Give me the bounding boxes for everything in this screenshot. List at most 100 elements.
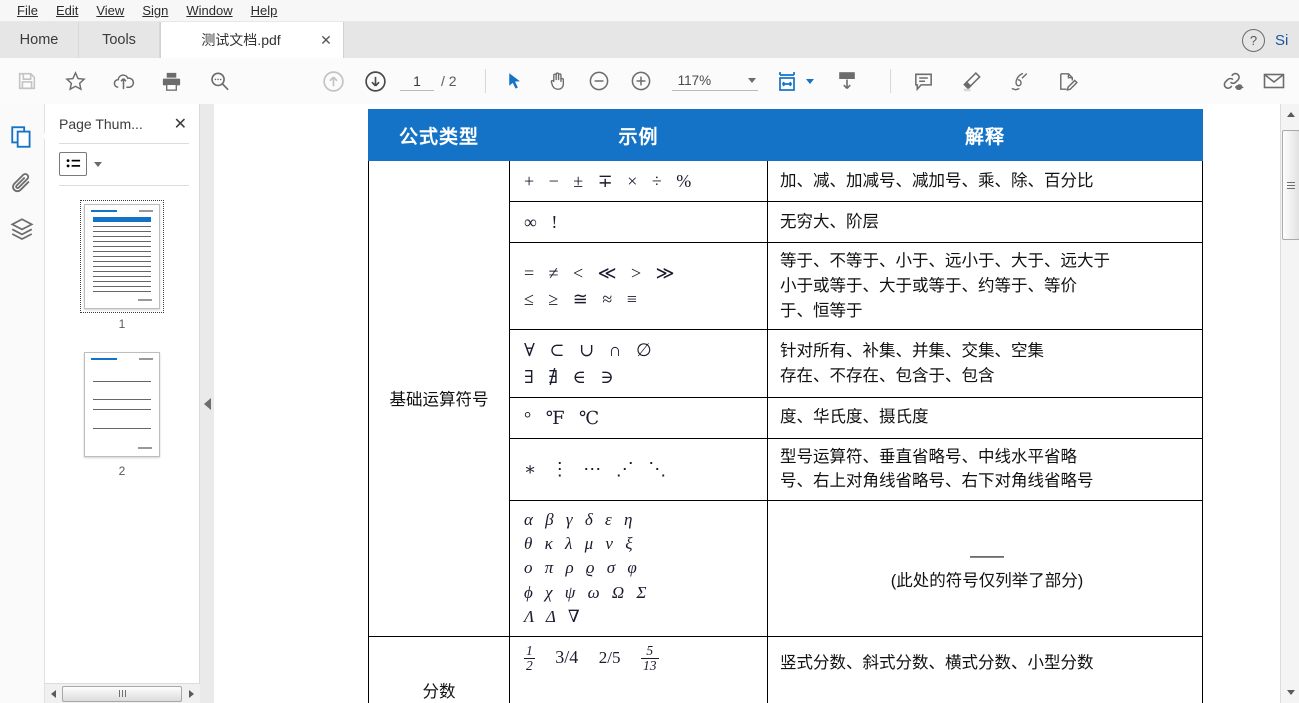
print-icon[interactable] [154,64,188,98]
document-vertical-scrollbar[interactable] [1280,104,1299,703]
tab-document[interactable]: 测试文档.pdf ✕ [160,22,344,58]
menu-file-label: File [17,3,38,18]
scrollbar-thumb[interactable] [62,685,182,702]
table-row: 基础运算符号 + − ± ∓ × ÷ % 加、减、加减号、减加号、乘、除、百分比 [368,159,1203,637]
signature-icon[interactable] [1003,64,1037,98]
star-icon[interactable] [58,64,92,98]
fraction-inline: 2/5 [598,647,621,667]
explanation-line: 小于或等于、大于或等于、约等于、等价 [780,276,1077,295]
example-cell: ∞ ! [509,201,768,244]
tab-strip-right: ? Si [1242,22,1299,58]
explanation-cell: 加、减、加减号、减加号、乘、除、百分比 [767,159,1203,203]
share-link-icon[interactable] [1215,64,1249,98]
explanation-line: 加、减、加减号、减加号、乘、除、百分比 [780,171,1094,190]
fit-width-icon[interactable] [770,64,804,98]
menu-sign[interactable]: Sign [133,1,177,20]
highlight-icon[interactable] [955,64,989,98]
page-number-input[interactable] [400,71,434,91]
explanation-cell: 竖式分数、斜式分数、横式分数、小型分数 微分 [767,635,1203,703]
example-line: ∃ ∄ ∈ ∋ [524,366,619,387]
table-header-row: 公式类型 示例 解释 [368,109,1203,161]
scroll-down-icon[interactable] [1282,684,1299,701]
fill-and-sign-icon[interactable] [1051,64,1085,98]
email-icon[interactable] [1257,64,1291,98]
list-item[interactable]: 2 [81,349,163,478]
list-options-icon[interactable] [59,152,87,176]
tab-tools[interactable]: Tools [79,22,160,58]
explanation-line: 于、恒等于 [780,301,863,320]
fraction-denominator: 13 [643,658,657,674]
save-icon[interactable] [10,64,44,98]
menu-window[interactable]: Window [177,1,241,20]
hand-icon[interactable] [540,64,574,98]
scroll-right-icon[interactable] [183,685,200,703]
menu-edit[interactable]: Edit [47,1,87,20]
panel-options-chevron-down-icon[interactable] [94,161,102,167]
thumbnail-scroll-area[interactable]: 1 2 [45,186,199,616]
page-down-icon[interactable] [830,64,864,98]
search-icon[interactable] [202,64,236,98]
example-line: Λ Δ ∇ [524,606,584,626]
menu-view[interactable]: View [87,1,133,20]
sidebar-rail [0,104,47,703]
example-line: α β γ δ ε η [524,510,637,530]
help-icon[interactable]: ? [1242,28,1265,52]
panel-collapse-handle[interactable] [200,104,215,703]
close-icon[interactable]: ✕ [317,31,335,49]
comment-icon[interactable] [907,64,941,98]
panel-close-icon[interactable]: ✕ [172,114,189,134]
explanation-line: (此处的符号仅列举了部分) [890,571,1084,590]
explanation-cell: 型号运算符、垂直省略号、中线水平省略 号、右上对角线省略号、右下对角线省略号 [767,437,1203,502]
example-cell: ° ℉ ℃ [509,396,768,439]
chevron-down-icon[interactable] [747,77,756,83]
select-cursor-icon[interactable] [498,64,532,98]
explanation-cell: 针对所有、补集、并集、交集、空集 存在、不存在、包含于、包含 [767,329,1203,398]
zoom-level-selector[interactable]: 117% [671,72,758,91]
tab-document-label: 测试文档.pdf [201,32,281,48]
explanation-line: 无穷大、阶层 [780,212,879,231]
toolbar-divider-2 [889,69,891,93]
explanation-cell: —— (此处的符号仅列举了部分) [767,500,1203,637]
explanation-line: 型号运算符、垂直省略号、中线水平省略 [780,447,1077,466]
example-line: ϕ χ ψ ω Ω Σ [524,582,651,602]
menu-sign-label: Sign [142,3,169,18]
column-header-explanation: 解释 [767,109,1203,161]
next-page-icon[interactable] [358,64,392,98]
scrollbar-track[interactable] [62,685,183,703]
thumbnail-label: 2 [118,464,126,478]
zoom-out-icon[interactable] [582,64,616,98]
toolbar: / 2 117% [0,58,1299,105]
previous-page-icon[interactable] [316,64,350,98]
fit-width-chevron-down-icon[interactable] [805,78,814,84]
upload-cloud-icon[interactable] [106,64,140,98]
example-cell: = ≠ < ≪ > ≫ ≤ ≥ ≅ ≈ ≡ [509,242,768,331]
scrollbar-thumb[interactable] [1282,130,1299,240]
scroll-left-icon[interactable] [45,685,62,703]
example-cell: ∗ ⋮ ⋯ ⋰ ⋱ [509,437,768,502]
tab-home[interactable]: Home [0,22,79,58]
sidebar-item-page-thumbnails[interactable] [3,114,47,160]
column-header-example: 示例 [509,109,768,161]
thumbnail-frame-selected[interactable] [80,200,164,313]
menu-edit-label: Edit [55,3,79,18]
list-item[interactable]: 1 [80,200,164,331]
explanation-cell: 等于、不等于、小于、远小于、大于、远大于 小于或等于、大于或等于、约等于、等价 … [767,242,1203,331]
example-line: ∞ ! [524,212,563,233]
sidebar-item-attachments[interactable] [3,160,41,206]
sidebar-item-layers[interactable] [3,206,41,252]
thumbnail-frame[interactable] [81,349,163,460]
fraction-denominator: 2 [526,658,533,674]
document-view[interactable]: 公式类型 示例 解释 基础运算符号 + − ± ∓ × ÷ % 加、减、加减号、… [214,104,1280,703]
explanation-line: 竖式分数、斜式分数、横式分数、小型分数 [780,653,1094,672]
sign-in-link[interactable]: Si [1275,32,1293,49]
explanation-line: 号、右上对角线省略号、右下对角线省略号 [780,472,1094,491]
menu-help[interactable]: Help [242,1,287,20]
fraction-numerator: 1 [524,643,535,660]
example-line: = ≠ < ≪ > ≫ [524,263,680,284]
thumbnail-horizontal-scrollbar[interactable] [45,683,200,703]
example-line: θ κ λ μ ν ξ [524,534,637,554]
menu-help-label: Help [250,3,278,18]
menu-file[interactable]: File [8,1,47,20]
scroll-up-icon[interactable] [1282,106,1299,123]
zoom-in-icon[interactable] [624,64,658,98]
